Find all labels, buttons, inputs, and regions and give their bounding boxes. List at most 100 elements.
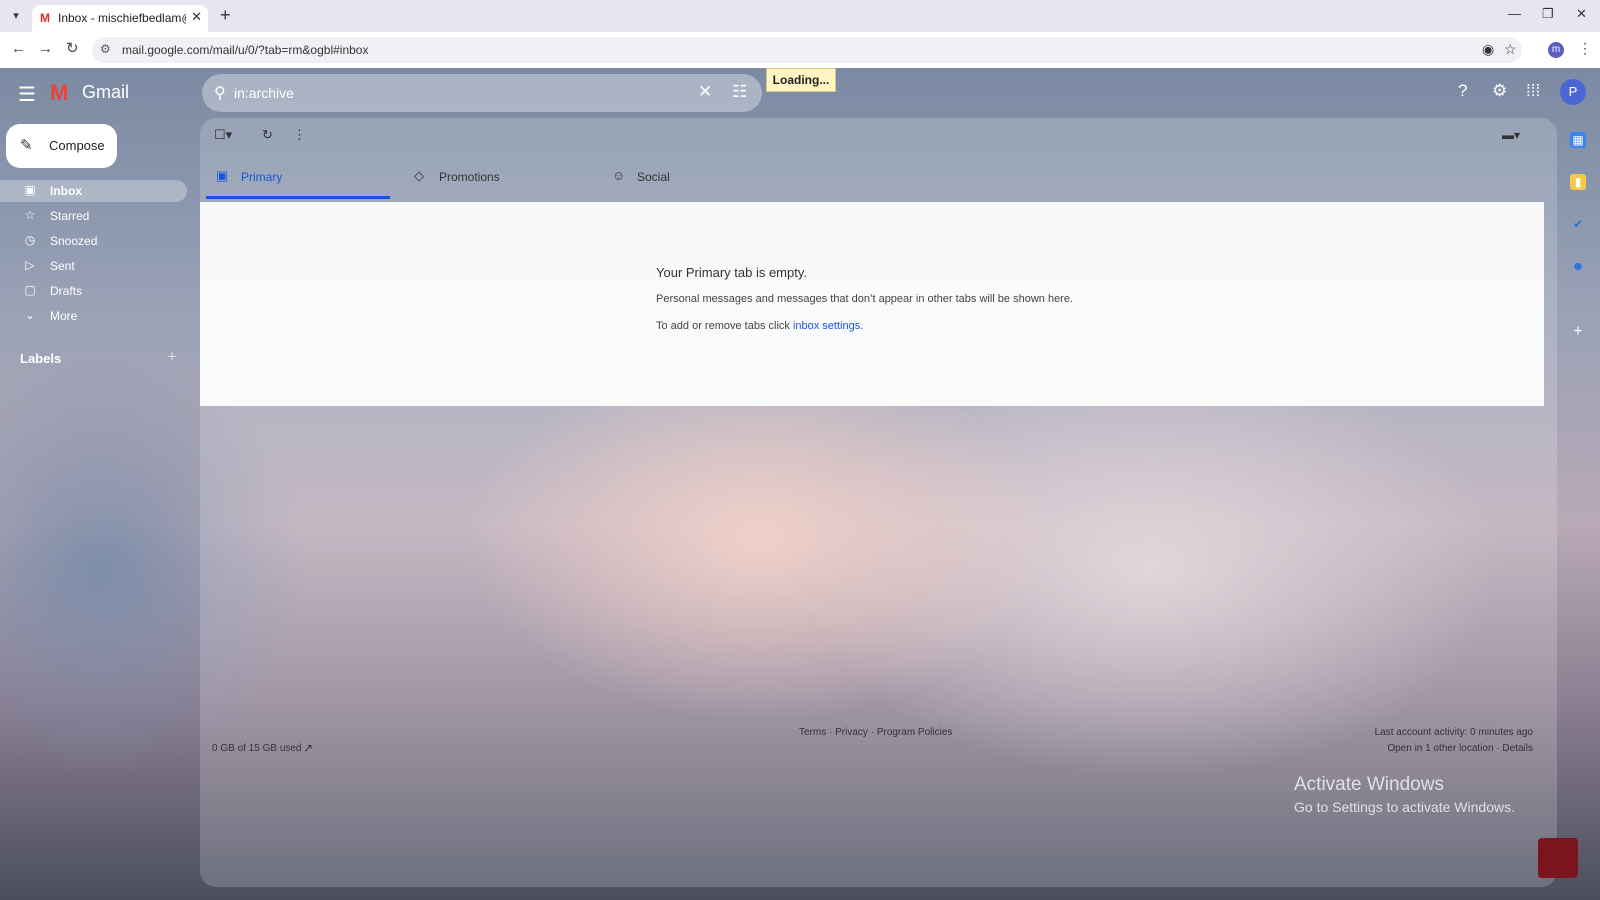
star-icon: ☆	[24, 208, 36, 222]
settings-gear-icon[interactable]: ⚙	[1492, 81, 1507, 101]
send-icon: ▷	[25, 258, 35, 272]
hint-prefix: To add or remove tabs click	[656, 320, 793, 332]
search-input[interactable]	[234, 83, 674, 103]
calendar-icon[interactable]: ▦	[1570, 132, 1586, 148]
sidebar-item-label: Starred	[50, 209, 90, 223]
storage-usage: 0 GB of 15 GB used	[212, 743, 302, 754]
reload-icon[interactable]: ↻	[66, 40, 79, 58]
inbox-icon: ▣	[216, 168, 229, 183]
sidebar-item-snoozed[interactable]: ◷ Snoozed	[0, 230, 187, 252]
inbox-settings-link[interactable]: inbox settings	[793, 320, 860, 332]
sidebar-item-label: Snoozed	[50, 234, 98, 248]
inbox-icon: ▣	[24, 183, 36, 197]
search-bar: ⚲ ✕ ☷	[202, 74, 762, 112]
browser-tab-bar: ▾ M Inbox - mischiefbedlam@gmail.com ✕ +…	[0, 0, 1600, 32]
clock-icon: ◷	[24, 233, 36, 247]
empty-state: Your Primary tab is empty. Personal mess…	[200, 202, 1544, 406]
minimize-icon[interactable]: —	[1508, 6, 1521, 21]
terms-link[interactable]: Terms	[799, 727, 826, 738]
category-tabs: ▣ Primary ◇ Promotions ☺ Social	[206, 154, 1544, 199]
tab-title: Inbox - mischiefbedlam@gmail.com	[58, 11, 186, 25]
sidebar-item-label: More	[50, 309, 78, 323]
sidebar-item-drafts[interactable]: ▢ Drafts	[0, 280, 187, 302]
account-avatar[interactable]: P	[1560, 79, 1586, 105]
people-icon: ☺	[612, 168, 626, 183]
window-close-icon[interactable]: ✕	[1576, 6, 1587, 22]
eye-icon[interactable]: ◉	[1482, 41, 1494, 58]
sidebar-item-starred[interactable]: ☆ Starred	[0, 205, 187, 227]
sidebar-item-label: Inbox	[50, 184, 82, 198]
gmail-logo-text[interactable]: Gmail	[82, 82, 129, 103]
help-icon[interactable]: ?	[1458, 81, 1467, 101]
input-tools-icon[interactable]: ▬▾	[1502, 128, 1520, 142]
labels-heading: Labels	[20, 351, 62, 366]
back-icon[interactable]: ←	[11, 40, 26, 58]
clear-search-icon[interactable]: ✕	[698, 82, 712, 102]
sidebar-item-label: Sent	[50, 259, 75, 273]
tab-promotions[interactable]: ◇ Promotions	[404, 154, 594, 199]
sidebar-item-more[interactable]: ⌄ More	[0, 305, 187, 327]
footer-separator: ·	[826, 727, 836, 738]
details-link[interactable]: Details	[1502, 743, 1533, 754]
gmail-app: ☰ M Gmail ⚲ ✕ ☷ Loading... ? ⚙ ⁞⁞⁞ P ✎ C…	[0, 68, 1600, 900]
empty-state-title: Your Primary tab is empty.	[656, 265, 807, 280]
close-tab-icon[interactable]: ✕	[191, 9, 202, 25]
new-tab-icon[interactable]: +	[220, 5, 231, 25]
browser-profile-avatar[interactable]: m	[1548, 42, 1564, 58]
tab-label: Social	[637, 170, 670, 184]
select-checkbox-icon[interactable]: ☐▾	[214, 127, 232, 143]
sidebar-item-label: Drafts	[50, 284, 83, 298]
open-external-icon[interactable]: ↗	[303, 741, 313, 755]
pencil-icon: ✎	[20, 137, 33, 154]
gmail-logo-icon[interactable]: M	[50, 80, 68, 106]
forward-icon[interactable]: →	[38, 40, 53, 58]
compose-button[interactable]: ✎ Compose	[6, 124, 117, 168]
tab-primary[interactable]: ▣ Primary	[206, 154, 390, 199]
address-bar[interactable]: ⚙ mail.google.com/mail/u/0/?tab=rm&ogbl#…	[92, 37, 1522, 63]
privacy-link[interactable]: Privacy	[835, 727, 868, 738]
search-icon[interactable]: ⚲	[214, 83, 226, 103]
keep-icon[interactable]: ▮	[1570, 174, 1586, 190]
last-activity: Last account activity: 0 minutes ago	[1374, 727, 1533, 738]
tab-label: Primary	[241, 170, 283, 184]
activity-location: Open in 1 other location · Details	[1387, 743, 1533, 754]
chevron-down-icon: ⌄	[24, 308, 36, 322]
add-label-icon[interactable]: +	[167, 347, 177, 367]
loading-indicator: Loading...	[766, 68, 836, 92]
tab-social[interactable]: ☺ Social	[602, 154, 792, 199]
browser-toolbar: ← → ↻ ⚙ mail.google.com/mail/u/0/?tab=rm…	[0, 32, 1600, 68]
more-options-icon[interactable]: ⋮	[293, 127, 306, 143]
program-policies-link[interactable]: Program Policies	[877, 727, 953, 738]
tab-label: Promotions	[439, 170, 500, 184]
other-location-text: Open in 1 other location	[1387, 743, 1494, 754]
compose-label: Compose	[49, 138, 105, 153]
sidebar-item-inbox[interactable]: ▣ Inbox	[0, 180, 187, 202]
video-thumbnail[interactable]	[1538, 838, 1578, 878]
tab-search-chevron-icon[interactable]: ▾	[6, 6, 26, 26]
search-options-icon[interactable]: ☷	[732, 82, 747, 102]
refresh-icon[interactable]: ↻	[262, 127, 273, 143]
draft-icon: ▢	[24, 283, 36, 297]
empty-state-description: Personal messages and messages that don’…	[656, 293, 1074, 305]
footer-separator: ·	[867, 727, 877, 738]
bookmark-star-icon[interactable]: ☆	[1504, 41, 1517, 58]
add-addon-icon[interactable]: +	[1570, 324, 1586, 340]
restore-icon[interactable]: ❐	[1542, 6, 1554, 22]
windows-watermark-title: Activate Windows	[1294, 774, 1444, 795]
contacts-icon[interactable]: ☻	[1570, 258, 1586, 274]
windows-watermark-subtitle: Go to Settings to activate Windows.	[1294, 799, 1515, 815]
url-text[interactable]: mail.google.com/mail/u/0/?tab=rm&ogbl#in…	[122, 43, 368, 57]
apps-grid-icon[interactable]: ⁞⁞⁞	[1526, 81, 1540, 101]
browser-tab-gmail[interactable]: M Inbox - mischiefbedlam@gmail.com ✕	[32, 5, 208, 32]
tasks-icon[interactable]: ✔	[1570, 216, 1586, 232]
empty-state-hint: To add or remove tabs click inbox settin…	[656, 320, 863, 332]
sidebar-item-sent[interactable]: ▷ Sent	[0, 255, 187, 277]
hint-suffix: .	[860, 320, 864, 332]
site-info-icon[interactable]: ⚙	[100, 42, 111, 56]
gmail-favicon-icon: M	[40, 11, 50, 25]
main-menu-icon[interactable]: ☰	[18, 82, 36, 107]
tag-icon: ◇	[414, 168, 424, 183]
footer-links: Terms · Privacy · Program Policies	[799, 727, 952, 738]
browser-menu-icon[interactable]: ⋮	[1578, 40, 1592, 57]
main-panel: ☐▾ ↻ ⋮ ▬▾ ▣ Primary ◇ Promotions ☺ Socia…	[200, 118, 1557, 887]
